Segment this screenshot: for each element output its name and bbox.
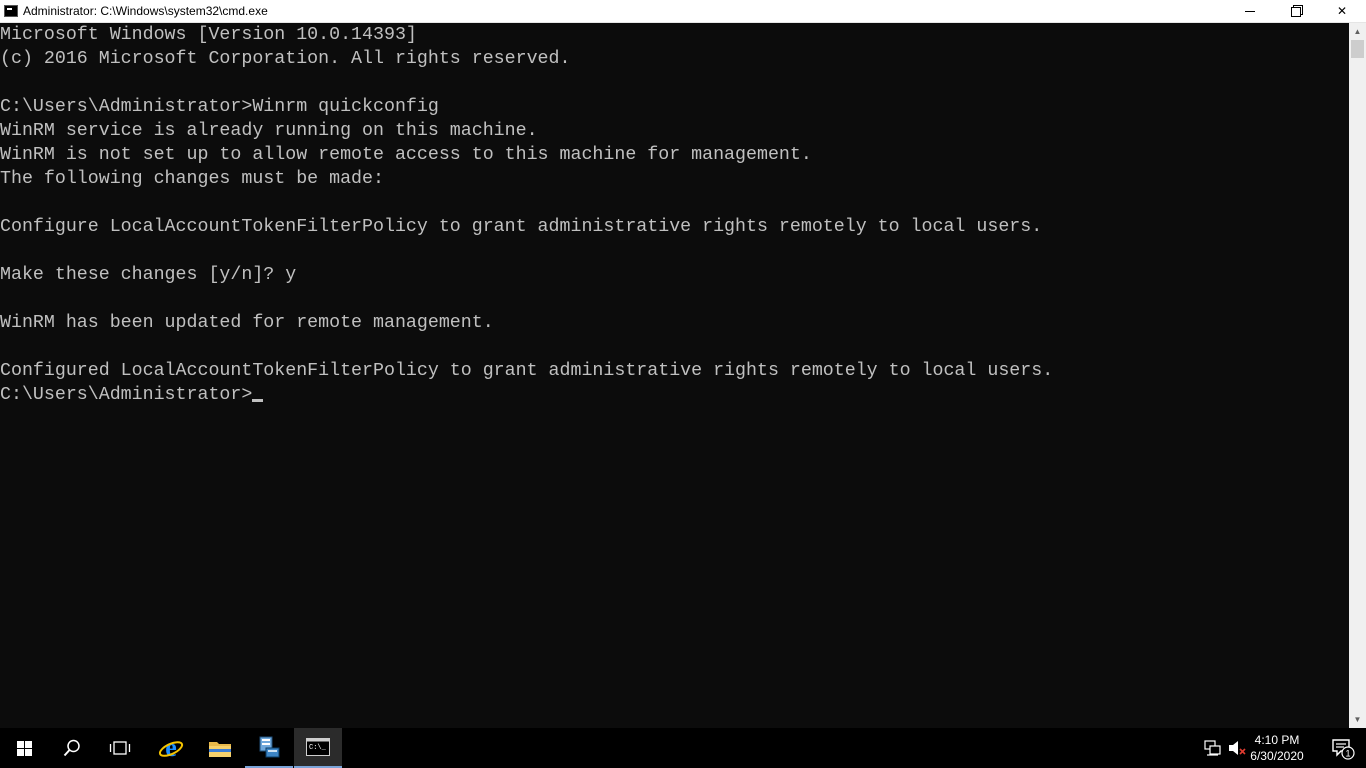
scroll-thumb[interactable] [1351, 40, 1364, 58]
notifications-count: 1 [1345, 749, 1350, 759]
clock-time: 4:10 PM [1254, 733, 1300, 747]
search-icon [63, 739, 80, 757]
console-line: Make these changes [y/n]? y [0, 265, 297, 285]
arrow-down-icon: ▼ [1353, 715, 1362, 724]
notifications-icon: 1 [1332, 739, 1355, 760]
text-cursor [252, 399, 264, 402]
minimize-icon [1245, 11, 1255, 13]
console-line: C:\Users\Administrator>Winrm quickconfig [0, 97, 439, 117]
console-output[interactable]: Microsoft Windows [Version 10.0.14393] (… [0, 23, 1349, 728]
title-bar: Administrator: C:\Windows\system32\cmd.e… [0, 0, 1366, 23]
network-icon [1204, 740, 1221, 756]
console-line: The following changes must be made: [0, 169, 384, 189]
console-prompt: C:\Users\Administrator> [0, 385, 253, 405]
restore-icon [1291, 6, 1301, 17]
close-icon: ✕ [1336, 4, 1348, 18]
folder-icon [209, 742, 231, 757]
vertical-scrollbar[interactable]: ▲ ▼ [1349, 23, 1366, 728]
restore-button[interactable] [1273, 0, 1319, 22]
console-prompt-line[interactable]: C:\Users\Administrator> [0, 383, 1349, 407]
network-tray-button[interactable] [1202, 728, 1224, 768]
file-explorer-button[interactable] [196, 728, 244, 768]
clock-date: 6/30/2020 [1250, 749, 1304, 763]
console-line: Microsoft Windows [Version 10.0.14393] [0, 25, 417, 45]
scroll-up-button[interactable]: ▲ [1349, 23, 1366, 40]
console-line: WinRM service is already running on this… [0, 121, 538, 141]
console-line: (c) 2016 Microsoft Corporation. All righ… [0, 49, 571, 69]
console-line: Configure LocalAccountTokenFilterPolicy … [0, 217, 1043, 237]
server-manager-button[interactable] [245, 728, 293, 768]
command-prompt-icon: C:\_ [306, 738, 330, 756]
close-button[interactable]: ✕ [1319, 0, 1365, 22]
search-button[interactable] [48, 728, 96, 768]
taskbar: e C:\_ 4:10 PM 6/30/2020 1 [0, 728, 1366, 768]
task-view-icon [109, 741, 131, 755]
window-title: Administrator: C:\Windows\system32\cmd.e… [23, 4, 268, 18]
console-line: Configured LocalAccountTokenFilterPolicy… [0, 361, 1054, 381]
internet-explorer-icon: e [158, 735, 184, 761]
scroll-down-button[interactable]: ▼ [1349, 711, 1366, 728]
task-view-button[interactable] [96, 728, 144, 768]
svg-text:C:\_: C:\_ [309, 744, 327, 752]
windows-logo-icon [16, 740, 32, 756]
arrow-up-icon: ▲ [1353, 27, 1362, 36]
cmd-window-icon[interactable] [4, 5, 18, 17]
start-button[interactable] [0, 728, 48, 768]
action-center-button[interactable]: 1 [1318, 728, 1366, 768]
console-line: WinRM is not set up to allow remote acce… [0, 145, 812, 165]
taskbar-clock[interactable]: 4:10 PM 6/30/2020 [1242, 732, 1312, 764]
console-line: WinRM has been updated for remote manage… [0, 313, 494, 333]
server-manager-icon [259, 736, 280, 758]
cmd-button[interactable]: C:\_ [294, 728, 342, 768]
minimize-button[interactable] [1227, 0, 1273, 22]
svg-text:e: e [165, 735, 177, 761]
internet-explorer-button[interactable]: e [147, 728, 195, 768]
